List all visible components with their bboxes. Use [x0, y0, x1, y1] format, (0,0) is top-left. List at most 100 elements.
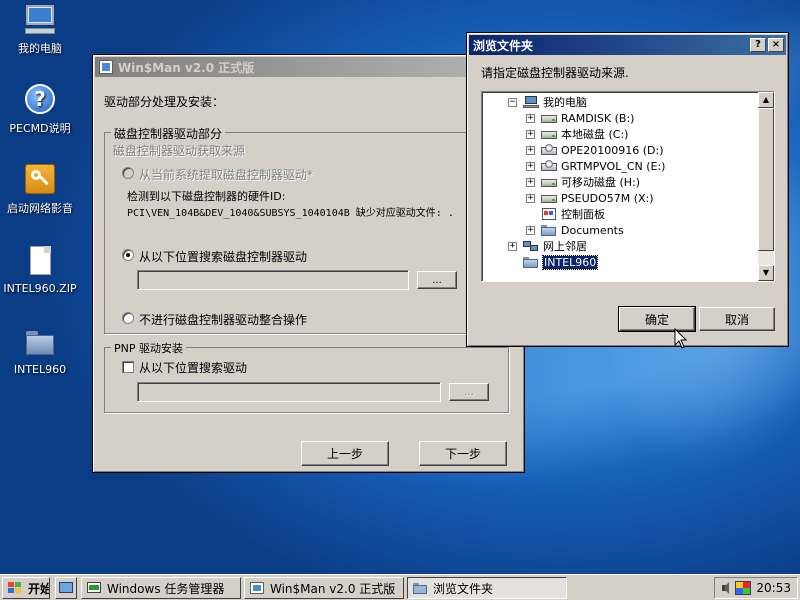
tree-item[interactable]: + 网上邻居: [508, 238, 587, 254]
tree-item[interactable]: − 我的电脑: [508, 94, 587, 110]
task-winsman[interactable]: Win$Man v2.0 正式版: [244, 577, 404, 599]
scroll-thumb[interactable]: [758, 108, 774, 251]
expand-icon[interactable]: +: [526, 129, 535, 139]
pnp-browse-button[interactable]: ...: [449, 383, 489, 401]
tree-item[interactable]: + OPE20100916 (D:): [526, 142, 664, 158]
desktop-icon-label: 启动网络影音: [7, 202, 73, 215]
task-label: 浏览文件夹: [433, 581, 494, 596]
clock[interactable]: 20:53: [756, 581, 791, 595]
next-step-button[interactable]: 下一步: [419, 441, 507, 466]
tree-item[interactable]: 控制面板: [526, 206, 605, 222]
pnp-search-checkbox-label: 从以下位置搜索驱动: [139, 361, 248, 375]
tree-item-label: INTEL960: [541, 254, 599, 270]
desktop-icon-pecmd-help[interactable]: ? PECMD说明: [0, 83, 80, 136]
tree-item[interactable]: + PSEUDO57M (X:): [526, 190, 654, 206]
prev-step-button[interactable]: 上一步: [301, 441, 389, 466]
browse-title: 浏览文件夹: [473, 38, 534, 53]
control-panel-icon: [541, 208, 557, 220]
tree-item[interactable]: + 本地磁盘 (C:): [526, 126, 628, 142]
desktop-icon-label: PECMD说明: [9, 122, 71, 135]
help-button[interactable]: ?: [750, 38, 766, 52]
mouse-cursor-icon: [674, 328, 688, 349]
file-icon: [23, 245, 57, 279]
task-label: Win$Man v2.0 正式版: [270, 581, 396, 596]
task-task-manager[interactable]: Windows 任务管理器: [81, 577, 241, 599]
browse-prompt: 请指定磁盘控制器驱动来源.: [481, 66, 629, 80]
volume-icon[interactable]: [721, 581, 731, 595]
help-icon: ?: [23, 83, 57, 117]
start-label: 开始: [28, 581, 50, 596]
desktop-icon-label: INTEL960: [13, 363, 67, 376]
cdrom-icon: [541, 144, 557, 156]
desktop-icon-intel960-folder[interactable]: INTEL960: [0, 326, 80, 376]
desktop-icon-my-computer[interactable]: 我的电脑: [0, 3, 80, 56]
quicklaunch-button[interactable]: [55, 577, 77, 599]
pnp-group-title: PNP 驱动安装: [111, 340, 186, 356]
pnp-search-checkbox[interactable]: [122, 361, 134, 373]
tree-item-label: Documents: [561, 223, 624, 237]
radio-search-location[interactable]: [122, 249, 134, 261]
display-icon[interactable]: [735, 581, 751, 595]
show-desktop-icon: [58, 580, 74, 596]
radio-skip-integration[interactable]: [122, 312, 134, 324]
disk-driver-path-input[interactable]: [137, 270, 409, 290]
radio-search-location-label: 从以下位置搜索磁盘控制器驱动: [139, 250, 308, 264]
tree-scrollbar[interactable]: ▲ ▼: [758, 92, 774, 281]
tree-item-label: 网上邻居: [543, 240, 587, 253]
disk-source-label: 磁盘控制器驱动获取来源: [113, 144, 246, 158]
winsman-window: Win$Man v2.0 正式版 驱动部分处理及安装： 磁盘控制器驱动部分 磁盘…: [92, 54, 525, 473]
desktop-icon-network-media[interactable]: 启动网络影音: [0, 163, 80, 216]
windows-logo-icon: [7, 580, 23, 596]
expand-icon[interactable]: +: [526, 113, 535, 123]
pnp-driver-path-input[interactable]: [137, 382, 441, 402]
desktop-icon-label: 我的电脑: [18, 42, 62, 55]
disk-group-title: 磁盘控制器驱动部分: [111, 125, 226, 142]
computer-icon: [523, 96, 539, 108]
task-browse-folder[interactable]: 浏览文件夹: [407, 577, 567, 599]
scroll-up-button[interactable]: ▲: [758, 92, 774, 108]
folder-icon: [23, 326, 57, 360]
expand-icon[interactable]: +: [526, 161, 535, 171]
key-icon: [23, 163, 57, 197]
folder-icon: [541, 224, 557, 236]
cdrom-icon: [541, 160, 557, 172]
tree-item[interactable]: INTEL960: [508, 254, 599, 270]
pnp-driver-group: PNP 驱动安装 从以下位置搜索驱动 ...: [104, 340, 509, 413]
tree-item[interactable]: + RAMDISK (B:): [526, 110, 634, 126]
expand-icon[interactable]: +: [526, 177, 535, 187]
drive-icon: [541, 192, 557, 204]
tree-item[interactable]: + Documents: [526, 222, 624, 238]
expand-icon[interactable]: +: [526, 225, 535, 235]
browse-titlebar[interactable]: 浏览文件夹 ? ×: [469, 35, 786, 55]
winsman-title: Win$Man v2.0 正式版: [118, 60, 255, 75]
disk-controller-group: 磁盘控制器驱动部分 磁盘控制器驱动获取来源 从当前系统提取磁盘控制器驱动* 检测…: [104, 125, 524, 334]
desktop-icon-intel960-zip[interactable]: INTEL960.ZIP: [0, 245, 80, 295]
expand-icon[interactable]: +: [526, 145, 535, 155]
winsman-icon: [249, 580, 265, 596]
collapse-icon[interactable]: −: [508, 97, 517, 107]
expand-icon[interactable]: +: [508, 241, 517, 251]
scroll-down-button[interactable]: ▼: [758, 265, 774, 281]
tree-item-label: OPE20100916 (D:): [561, 143, 664, 157]
cancel-button[interactable]: 取消: [699, 307, 775, 331]
drive-icon: [541, 176, 557, 188]
winsman-titlebar[interactable]: Win$Man v2.0 正式版: [95, 57, 522, 77]
hardware-id-text: PCI\VEN_104B&DEV_1040&SUBSYS_1040104B 缺少…: [127, 208, 454, 219]
expand-icon[interactable]: +: [526, 193, 535, 203]
tree-item[interactable]: + GRTMPVOL_CN (E:): [526, 158, 665, 174]
system-tray: 20:53: [714, 577, 798, 599]
close-button[interactable]: ×: [768, 38, 784, 52]
tree-item-label: PSEUDO57M (X:): [561, 191, 654, 205]
folder-tree[interactable]: INTEL960 + 网上邻居 + Documents 控制面板 + PSEUDO57M (X…: [481, 91, 775, 282]
section-heading: 驱动部分处理及安装：: [104, 95, 225, 109]
radio-from-system[interactable]: [122, 167, 134, 179]
tree-item-label: RAMDISK (B:): [561, 111, 635, 125]
start-button[interactable]: 开始: [2, 577, 50, 599]
disk-browse-button[interactable]: ...: [417, 271, 457, 289]
detected-text: 检测到以下磁盘控制器的硬件ID:: [127, 190, 286, 203]
radio-from-system-label: 从当前系统提取磁盘控制器驱动*: [139, 168, 314, 182]
taskbar: 开始 Windows 任务管理器 Win$Man v2.0 正式版 浏览文件夹: [0, 574, 800, 600]
computer-icon: [23, 3, 57, 37]
tree-item[interactable]: + 可移动磁盘 (H:): [526, 174, 640, 190]
desktop-icon-label: INTEL960.ZIP: [3, 282, 77, 295]
